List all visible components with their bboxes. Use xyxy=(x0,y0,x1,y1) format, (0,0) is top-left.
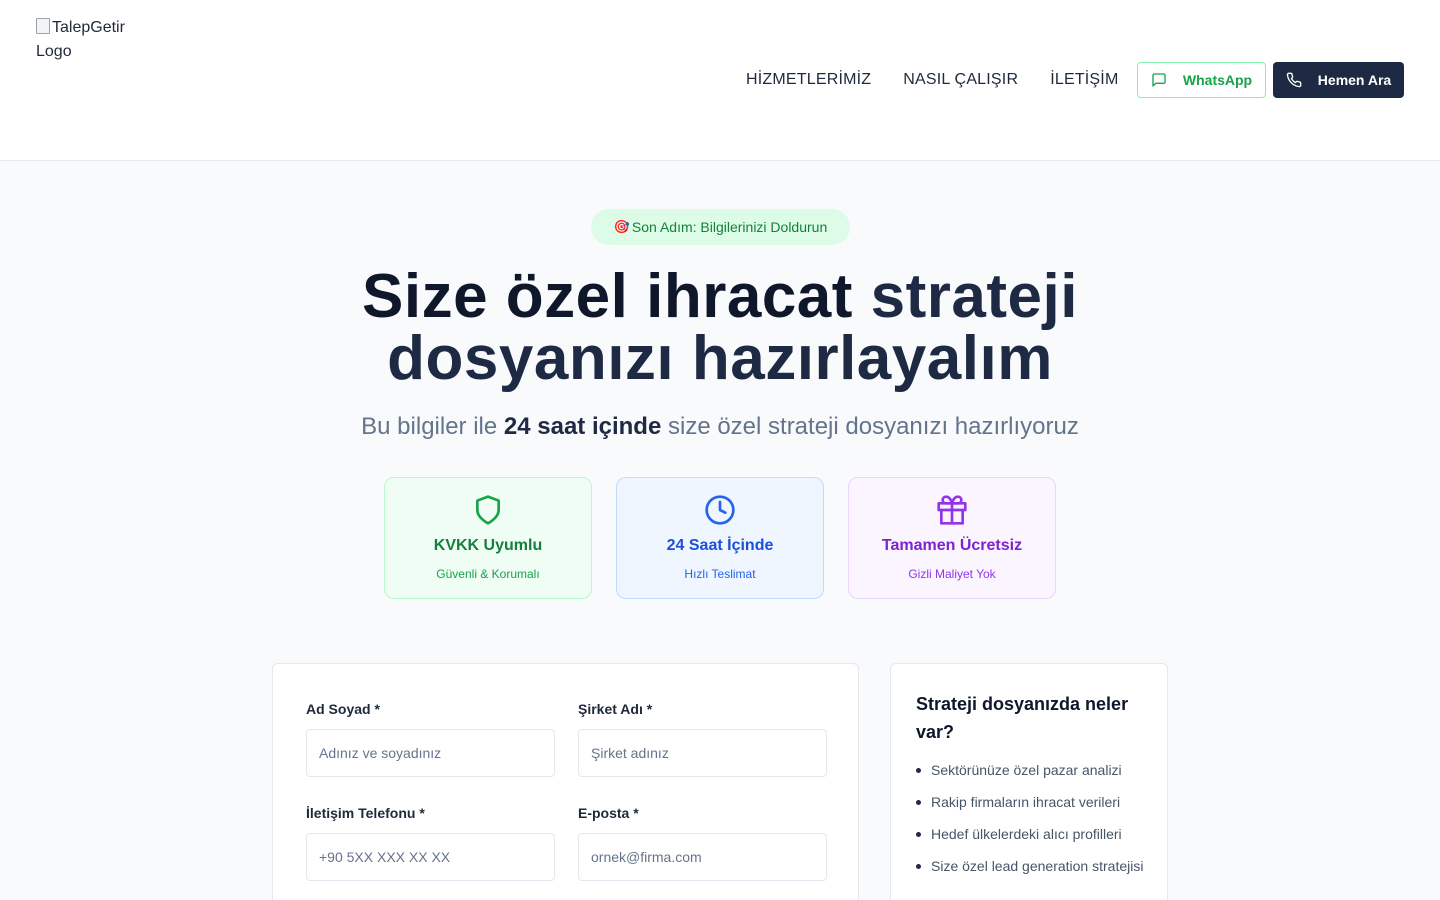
hero-title-accent: strateji xyxy=(870,262,1078,331)
feature-card-free: Tamamen Ücretsiz Gizli Maliyet Yok xyxy=(848,477,1056,599)
feature-subtitle: Güvenli & Korumalı xyxy=(436,567,540,581)
step-badge: 🎯 Son Adım: Bilgilerinizi Doldurun xyxy=(591,209,850,245)
hero-subtitle-before: Bu bilgiler ile xyxy=(361,413,504,440)
hero-subtitle-after: size özel strateji dosyanızı hazırlıyoru… xyxy=(661,413,1079,440)
clock-icon xyxy=(705,495,735,525)
list-item: Hedef ülkelerdeki alıcı profilleri xyxy=(916,824,1146,844)
list-item: Rakip firmaların ihracat verileri xyxy=(916,792,1146,812)
nav-link-how-it-works[interactable]: NASIL ÇALIŞIR xyxy=(903,71,1018,89)
list-item: Size özel lead generation stratejisi xyxy=(916,856,1146,876)
company-label: Şirket Adı * xyxy=(578,701,653,717)
company-input[interactable] xyxy=(578,729,827,777)
shield-icon xyxy=(476,495,500,525)
hero-title: Size özel ihracat strateji dosyanızı hazı… xyxy=(0,266,1440,390)
email-label: E-posta * xyxy=(578,805,639,821)
nav-link-services[interactable]: HİZMETLERİMİZ xyxy=(746,71,871,89)
feature-title: KVKK Uyumlu xyxy=(433,537,543,554)
hero-title-part2: dosyanızı hazırlayalım xyxy=(387,324,1053,393)
broken-image-icon xyxy=(36,18,50,34)
feature-title: Tamamen Ücretsiz xyxy=(881,537,1023,554)
hero-subtitle: Bu bilgiler ile 24 saat içinde size özel… xyxy=(0,413,1440,441)
lead-form: Ad Soyad * Şirket Adı * İletişim Telefon… xyxy=(272,663,859,900)
main-nav: HİZMETLERİMİZ NASIL ÇALIŞIR İLETİŞİM xyxy=(746,62,1142,98)
phone-icon xyxy=(1286,72,1302,88)
hero-subtitle-bold: 24 saat içinde xyxy=(503,413,662,440)
list-item: Sektörünüze özel pazar analizi xyxy=(916,760,1146,780)
name-label: Ad Soyad * xyxy=(306,701,380,717)
whatsapp-button[interactable]: WhatsApp xyxy=(1137,62,1266,98)
feature-subtitle: Gizli Maliyet Yok xyxy=(908,567,996,581)
logo[interactable]: TalepGetir Logo xyxy=(36,16,156,64)
name-input[interactable] xyxy=(306,729,555,777)
email-input[interactable] xyxy=(578,833,827,881)
feature-card-kvkk: KVKK Uyumlu Güvenli & Korumalı xyxy=(384,477,592,599)
strategy-contents-title: Strateji dosyanızda neler var? xyxy=(916,694,1129,742)
target-icon: 🎯 xyxy=(613,219,630,234)
phone-label: İletişim Telefonu * xyxy=(306,805,425,821)
nav-link-contact[interactable]: İLETİŞİM xyxy=(1050,71,1118,89)
strategy-contents-card: Strateji dosyanızda neler var? Sektörünü… xyxy=(890,663,1168,900)
strategy-contents-list: Sektörünüze özel pazar analizi Rakip fir… xyxy=(916,760,1146,888)
call-now-label: Hemen Ara xyxy=(1317,72,1392,88)
step-badge-text: Son Adım: Bilgilerinizi Doldurun xyxy=(631,219,828,235)
whatsapp-label: WhatsApp xyxy=(1182,72,1253,88)
hero-title-part1: Size özel ihracat xyxy=(362,262,871,331)
feature-card-24h: 24 Saat İçinde Hızlı Teslimat xyxy=(616,477,824,599)
feature-title: 24 Saat İçinde xyxy=(666,537,774,554)
feature-subtitle: Hızlı Teslimat xyxy=(684,567,756,581)
chat-bubble-icon xyxy=(1152,73,1166,87)
gift-icon xyxy=(937,495,967,525)
site-header: TalepGetir Logo HİZMETLERİMİZ NASIL ÇALI… xyxy=(0,0,1440,161)
phone-input[interactable] xyxy=(306,833,555,881)
call-now-button[interactable]: Hemen Ara xyxy=(1273,62,1404,98)
